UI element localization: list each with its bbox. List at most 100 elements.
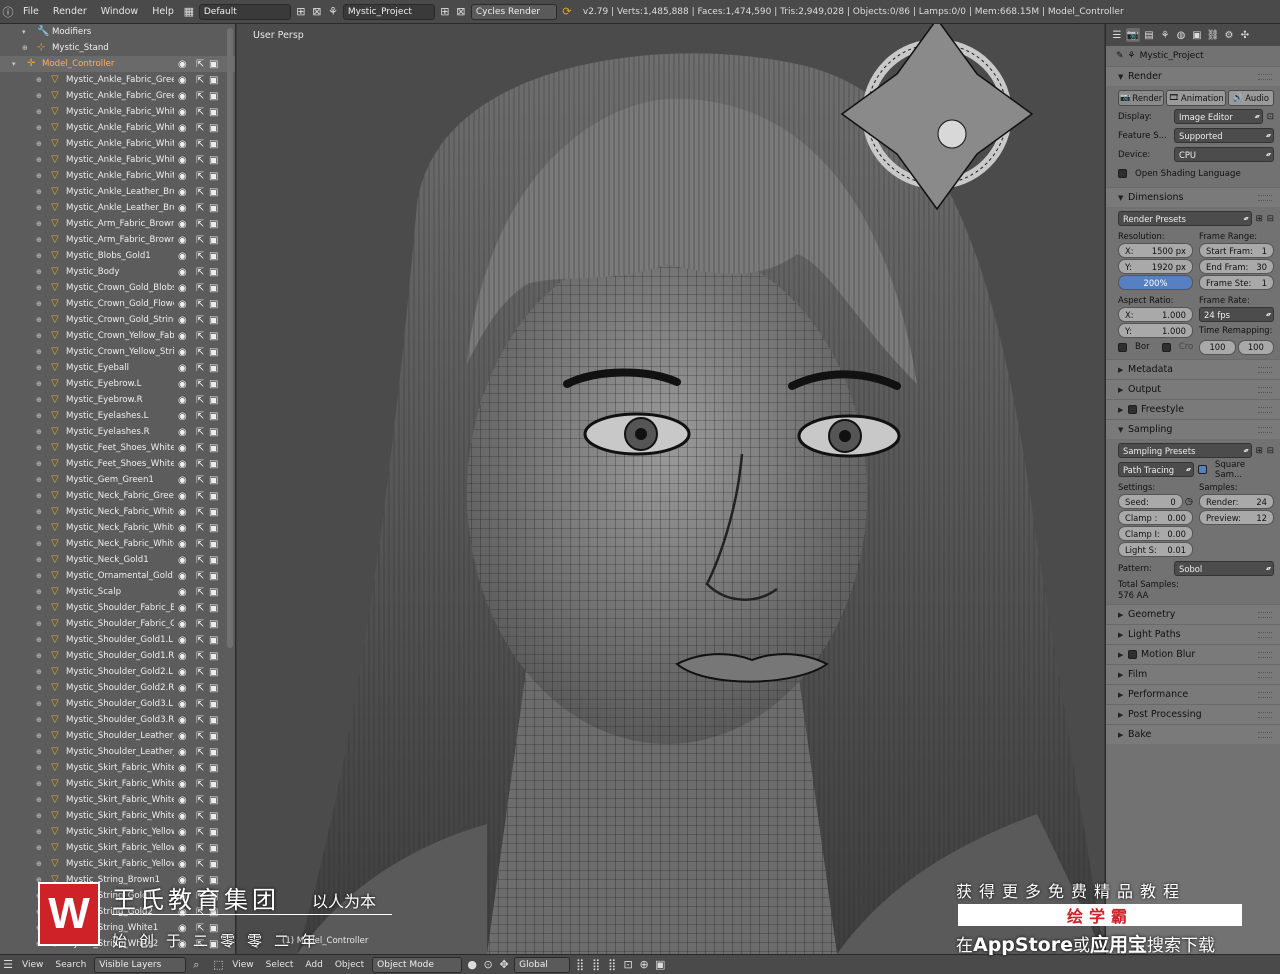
panel-sampling-header[interactable]: ▼ Sampling — [1106, 419, 1280, 439]
layers-grid-icon[interactable]: ⣿ — [572, 957, 588, 973]
remove-preset-icon[interactable]: ⊟ — [1267, 446, 1274, 456]
visibility-eye-icon[interactable]: ◉ — [178, 731, 187, 742]
outliner-row[interactable]: ▾ ✛ Model_Controller ◉ ⇱ ▣ — [0, 56, 235, 72]
expand-toggle-icon[interactable]: ⊕ — [36, 140, 44, 148]
visibility-eye-icon[interactable]: ◉ — [178, 187, 187, 198]
visibility-eye-icon[interactable]: ◉ — [178, 795, 187, 806]
expand-toggle-icon[interactable]: ⊕ — [36, 572, 44, 580]
panel-grip-icon[interactable] — [1258, 366, 1272, 373]
render-camera-icon[interactable]: ▣ — [209, 667, 218, 678]
panel-grip-icon[interactable] — [1258, 73, 1272, 80]
panel-bake-header[interactable]: ▶ Bake — [1106, 724, 1280, 744]
remap-old-field[interactable]: 100 — [1199, 339, 1236, 355]
render-camera-icon[interactable]: ▣ — [209, 651, 218, 662]
selectable-cursor-icon[interactable]: ⇱ — [196, 347, 204, 358]
border-checkbox[interactable] — [1118, 342, 1127, 352]
expand-toggle-icon[interactable]: ⊕ — [36, 652, 44, 660]
expand-toggle-icon[interactable]: ⊕ — [36, 172, 44, 180]
render-camera-icon[interactable]: ▣ — [209, 107, 218, 118]
render-presets-select[interactable]: Render Presets — [1118, 211, 1252, 226]
outliner-row[interactable]: ⊕ ▽ Mystic_Feet_Shoes_White.R ◉ ⇱ ▣ — [0, 456, 235, 472]
expand-toggle-icon[interactable]: ⊕ — [36, 684, 44, 692]
outliner-row[interactable]: ▾ 🔧 Modifiers — [0, 24, 235, 40]
expand-toggle-icon[interactable]: ⊕ — [36, 156, 44, 164]
panel-performance-header[interactable]: ▶ Performance — [1106, 684, 1280, 704]
outliner-row[interactable]: ⊕ ▽ Mystic_Ankle_Fabric_Green ◉ ⇱ ▣ — [0, 72, 235, 88]
expand-toggle-icon[interactable]: ⊕ — [36, 524, 44, 532]
snap-icon[interactable]: ⊕ — [636, 957, 652, 973]
expand-toggle-icon[interactable]: ⊕ — [36, 284, 44, 292]
expand-toggle-icon[interactable]: ⊕ — [36, 396, 44, 404]
visibility-eye-icon[interactable]: ◉ — [178, 459, 187, 470]
outliner-row[interactable]: ⊕ ▽ Mystic_Neck_Fabric_White1 ◉ ⇱ ▣ — [0, 504, 235, 520]
expand-toggle-icon[interactable]: ⊕ — [36, 204, 44, 212]
visibility-eye-icon[interactable]: ◉ — [178, 635, 187, 646]
data-tab-icon[interactable]: ✣ — [1238, 28, 1252, 42]
visibility-eye-icon[interactable]: ◉ — [178, 603, 187, 614]
clock-icon[interactable]: ◷ — [1185, 496, 1193, 507]
selectable-cursor-icon[interactable]: ⇱ — [196, 203, 204, 214]
panel-freestyle-header[interactable]: ▶ Freestyle — [1106, 399, 1280, 419]
viewport-shading-icon[interactable]: ● — [464, 957, 480, 973]
selectable-cursor-icon[interactable]: ⇱ — [196, 603, 204, 614]
outliner-row[interactable]: ⊕ ▽ Mystic_Scalp ◉ ⇱ ▣ — [0, 584, 235, 600]
add-preset-icon[interactable]: ⊞ — [1256, 446, 1263, 456]
render-camera-icon[interactable]: ▣ — [209, 795, 218, 806]
render-camera-icon[interactable]: ▣ — [209, 283, 218, 294]
scene-tab-icon[interactable]: ⚘ — [1158, 28, 1172, 42]
remap-new-field[interactable]: 100 — [1237, 339, 1275, 355]
mode-select[interactable]: Object Mode — [372, 956, 463, 973]
panel-geometry-header[interactable]: ▶ Geometry — [1106, 604, 1280, 624]
pattern-select[interactable]: Sobol — [1174, 561, 1274, 576]
render-camera-icon[interactable]: ▣ — [209, 811, 218, 822]
selectable-cursor-icon[interactable]: ⇱ — [196, 731, 204, 742]
selectable-cursor-icon[interactable]: ⇱ — [196, 59, 204, 70]
outliner-row[interactable]: ⊕ ▽ Mystic_Shoulder_Gold1.L ◉ ⇱ ▣ — [0, 632, 235, 648]
device-select[interactable]: CPU — [1174, 147, 1274, 162]
display-select[interactable]: Image Editor — [1174, 109, 1263, 124]
render-camera-icon[interactable]: ▣ — [209, 219, 218, 230]
selectable-cursor-icon[interactable]: ⇱ — [196, 555, 204, 566]
visibility-eye-icon[interactable]: ◉ — [178, 843, 187, 854]
selectable-cursor-icon[interactable]: ⇱ — [196, 539, 204, 550]
object-tab-icon[interactable]: ▣ — [1190, 28, 1204, 42]
selectable-cursor-icon[interactable]: ⇱ — [196, 683, 204, 694]
seed-field[interactable]: Seed: 0 — [1118, 494, 1183, 509]
outliner-row[interactable]: ⊕ ▽ Mystic_Arm_Fabric_Brown1 ◉ ⇱ ▣ — [0, 216, 235, 232]
visibility-eye-icon[interactable]: ◉ — [178, 539, 187, 550]
render-tab-icon[interactable]: 📷 — [1126, 28, 1140, 42]
integrator-select[interactable]: Path Tracing — [1118, 462, 1194, 477]
expand-toggle-icon[interactable]: ⊕ — [36, 844, 44, 852]
outliner-row[interactable]: ⊕ ▽ Mystic_Skirt_Fabric_Yellow3 ◉ ⇱ ▣ — [0, 856, 235, 872]
visibility-eye-icon[interactable]: ◉ — [178, 347, 187, 358]
outliner-row[interactable]: ⊕ ▽ Mystic_Shoulder_Gold2.L ◉ ⇱ ▣ — [0, 664, 235, 680]
render-camera-icon[interactable]: ▣ — [209, 747, 218, 758]
screen-layout-icon[interactable]: ▦ — [181, 4, 197, 20]
render-samples-field[interactable]: Render: 24 — [1199, 494, 1274, 509]
render-preview-icon[interactable]: ▣ — [652, 957, 668, 973]
selectable-cursor-icon[interactable]: ⇱ — [196, 715, 204, 726]
visibility-eye-icon[interactable]: ◉ — [178, 779, 187, 790]
selectable-cursor-icon[interactable]: ⇱ — [196, 315, 204, 326]
visibility-eye-icon[interactable]: ◉ — [178, 219, 187, 230]
expand-toggle-icon[interactable]: ⊕ — [36, 364, 44, 372]
expand-toggle-icon[interactable]: ⊕ — [36, 428, 44, 436]
render-camera-icon[interactable]: ▣ — [209, 315, 218, 326]
render-camera-icon[interactable]: ▣ — [209, 443, 218, 454]
render-camera-icon[interactable]: ▣ — [209, 395, 218, 406]
expand-toggle-icon[interactable]: ⊕ — [36, 732, 44, 740]
visibility-eye-icon[interactable]: ◉ — [178, 411, 187, 422]
selectable-cursor-icon[interactable]: ⇱ — [196, 139, 204, 150]
outliner-row[interactable]: ⊕ ▽ Mystic_Ankle_Fabric_White ◉ ⇱ ▣ — [0, 168, 235, 184]
expand-toggle-icon[interactable]: ⊕ — [36, 220, 44, 228]
orientation-select[interactable]: Global — [514, 956, 571, 973]
render-camera-icon[interactable]: ▣ — [209, 155, 218, 166]
modifiers-tab-icon[interactable]: ⚙ — [1222, 28, 1236, 42]
outliner-row[interactable]: ⊕ ▽ Mystic_Shoulder_Gold3.L ◉ ⇱ ▣ — [0, 696, 235, 712]
resolution-y-field[interactable]: Y: 1920 px — [1118, 259, 1193, 274]
panel-dimensions-header[interactable]: ▼ Dimensions — [1106, 187, 1280, 207]
sampling-presets-select[interactable]: Sampling Presets — [1118, 443, 1252, 458]
expand-toggle-icon[interactable]: ⊕ — [36, 252, 44, 260]
selectable-cursor-icon[interactable]: ⇱ — [196, 843, 204, 854]
visibility-eye-icon[interactable]: ◉ — [178, 171, 187, 182]
